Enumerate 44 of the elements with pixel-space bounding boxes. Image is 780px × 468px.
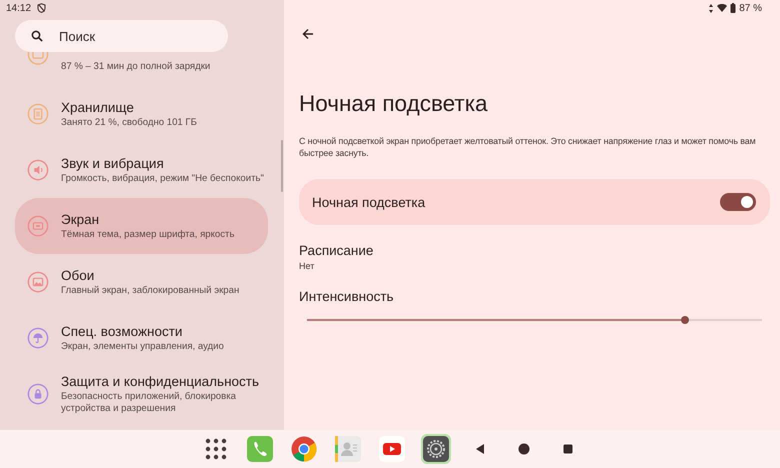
item-title: Спец. возможности: [61, 324, 184, 338]
gear-icon: [423, 436, 449, 462]
item-title: Экран: [61, 212, 100, 226]
status-time: 14:12: [6, 2, 32, 14]
item-title: Звук и вибрация: [61, 156, 165, 170]
slider-thumb[interactable]: [680, 316, 689, 324]
item-subtitle: Занято 21 %, свободно 101 ГБ: [61, 116, 197, 128]
schedule-label[interactable]: Расписание: [299, 243, 770, 258]
item-subtitle: Экран, элементы управления, аудио: [61, 340, 224, 352]
schedule-value: Нет: [299, 261, 316, 271]
item-title: Хранилище: [61, 100, 135, 114]
item-subtitle: Громкость, вибрация, режим "Не беспокоить": [61, 172, 264, 184]
shield-icon: [37, 3, 46, 13]
video-play-icon: [379, 436, 405, 462]
item-title: Защита и конфиденциальность: [61, 374, 260, 388]
item-subtitle: Главный экран, заблокированный экран: [61, 284, 240, 296]
item-subtitle: 87 % – 31 мин до полной зарядки: [61, 61, 210, 73]
battery-icon: [730, 3, 736, 13]
intensity-label: Интенсивность: [299, 289, 395, 304]
search-field[interactable]: Поиск: [15, 20, 228, 52]
wifi-icon: [717, 4, 728, 12]
browser-icon: [291, 436, 317, 462]
settings-item[interactable]: Обои Главный экран, заблокированный экран: [15, 254, 268, 310]
settings-item[interactable]: Звук и вибрация Громкость, вибрация, режим "Не беспокоить": [15, 142, 268, 198]
apps-grid-icon: [203, 436, 229, 462]
phone-icon: [247, 436, 273, 462]
settings-item[interactable]: Спец. возможности Экран, элементы управления, аудио: [15, 310, 268, 366]
toggle-label: Ночная подсветка: [312, 194, 426, 210]
page-title: Ночная подсветка: [299, 90, 489, 118]
intensity-slider[interactable]: [307, 315, 762, 325]
settings-item[interactable]: Хранилище Занято 21 %, свободно 101 ГБ: [15, 86, 268, 142]
night-light-toggle-card[interactable]: Ночная подсветка: [299, 179, 770, 225]
settings-item[interactable]: Защита и конфиденциальность Безопасность приложений, блокировка устройства и разрешения: [15, 366, 268, 422]
signal-icon: [708, 4, 714, 12]
search-icon: [31, 30, 43, 42]
page-description: С ночной подсветкой экран приобретает желтоватый оттенок. Это снижает напряжение глаз и может помочь вам быстрее заснуть.: [299, 135, 757, 159]
battery-percent: 87 %: [739, 2, 762, 14]
contacts-icon: [335, 436, 361, 462]
settings-item[interactable]: 87 % – 31 мин до полной зарядки: [15, 52, 268, 86]
item-subtitle: Тёмная тема, размер шрифта, яркость: [61, 228, 234, 240]
settings-item[interactable]: Экран Тёмная тема, размер шрифта, яркость: [15, 198, 268, 254]
toggle-switch[interactable]: [720, 193, 756, 211]
item-subtitle: Безопасность приложений, блокировка устройства и разрешения: [61, 390, 237, 414]
item-title: Обои: [61, 268, 96, 282]
